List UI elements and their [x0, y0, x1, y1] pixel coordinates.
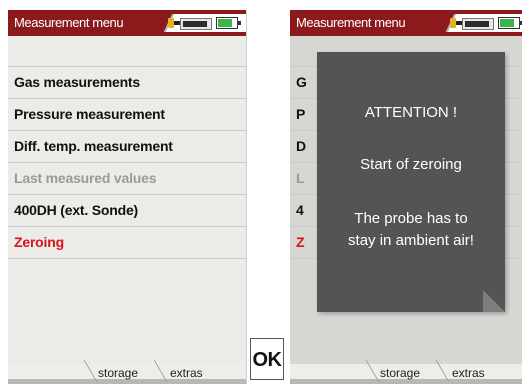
attention-dialog: ATTENTION ! Start of zeroing The probe h…: [317, 52, 505, 312]
storage-softkey[interactable]: storage: [380, 366, 420, 380]
dialog-message: Start of zeroing: [360, 156, 462, 173]
measurement-menu-screen: Measurement menu Gas measurements Pressu…: [8, 10, 247, 384]
dialog-instruction-line: The probe has to: [354, 210, 468, 227]
extras-softkey[interactable]: extras: [452, 366, 485, 380]
menu-item-diff-temp-measurement[interactable]: Diff. temp. measurement: [8, 131, 246, 163]
title-bar: Measurement menu: [8, 10, 246, 36]
softkey-bar: storage extras: [8, 360, 246, 384]
menu-item-last-measured-values: Last measured values: [8, 163, 246, 195]
menu-item-zeroing[interactable]: Zeroing: [8, 227, 246, 259]
softkey-bar: storage extras: [290, 360, 522, 384]
page-fold-corner: [483, 290, 505, 312]
menu-item-pressure-measurement[interactable]: Pressure measurement: [8, 99, 246, 131]
screen-title: Measurement menu: [296, 15, 406, 30]
battery-icon: [216, 17, 241, 29]
probe-connector-icon: [450, 18, 462, 28]
battery-icon: [498, 17, 522, 29]
signal-level-icon: [180, 18, 212, 30]
screen-title: Measurement menu: [14, 15, 124, 30]
extras-softkey[interactable]: extras: [170, 366, 203, 380]
title-bar: Measurement menu: [290, 10, 522, 36]
menu-item-gas-measurements[interactable]: Gas measurements: [8, 66, 246, 99]
dialog-instruction-line: stay in ambient air!: [348, 232, 474, 249]
probe-connector-icon: [168, 18, 180, 28]
ok-key[interactable]: OK: [250, 338, 284, 380]
dialog-title: ATTENTION !: [364, 104, 458, 121]
signal-level-icon: [462, 18, 494, 30]
measurement-menu-list: Gas measurements Pressure measurement Di…: [8, 66, 246, 259]
storage-softkey[interactable]: storage: [98, 366, 138, 380]
dialog-instruction: The probe has to stay in ambient air!: [317, 208, 505, 252]
zeroing-attention-screen: Measurement menu G P D L 4 Z ATTENTION !…: [290, 10, 522, 384]
menu-item-400dh[interactable]: 400DH (ext. Sonde): [8, 195, 246, 227]
